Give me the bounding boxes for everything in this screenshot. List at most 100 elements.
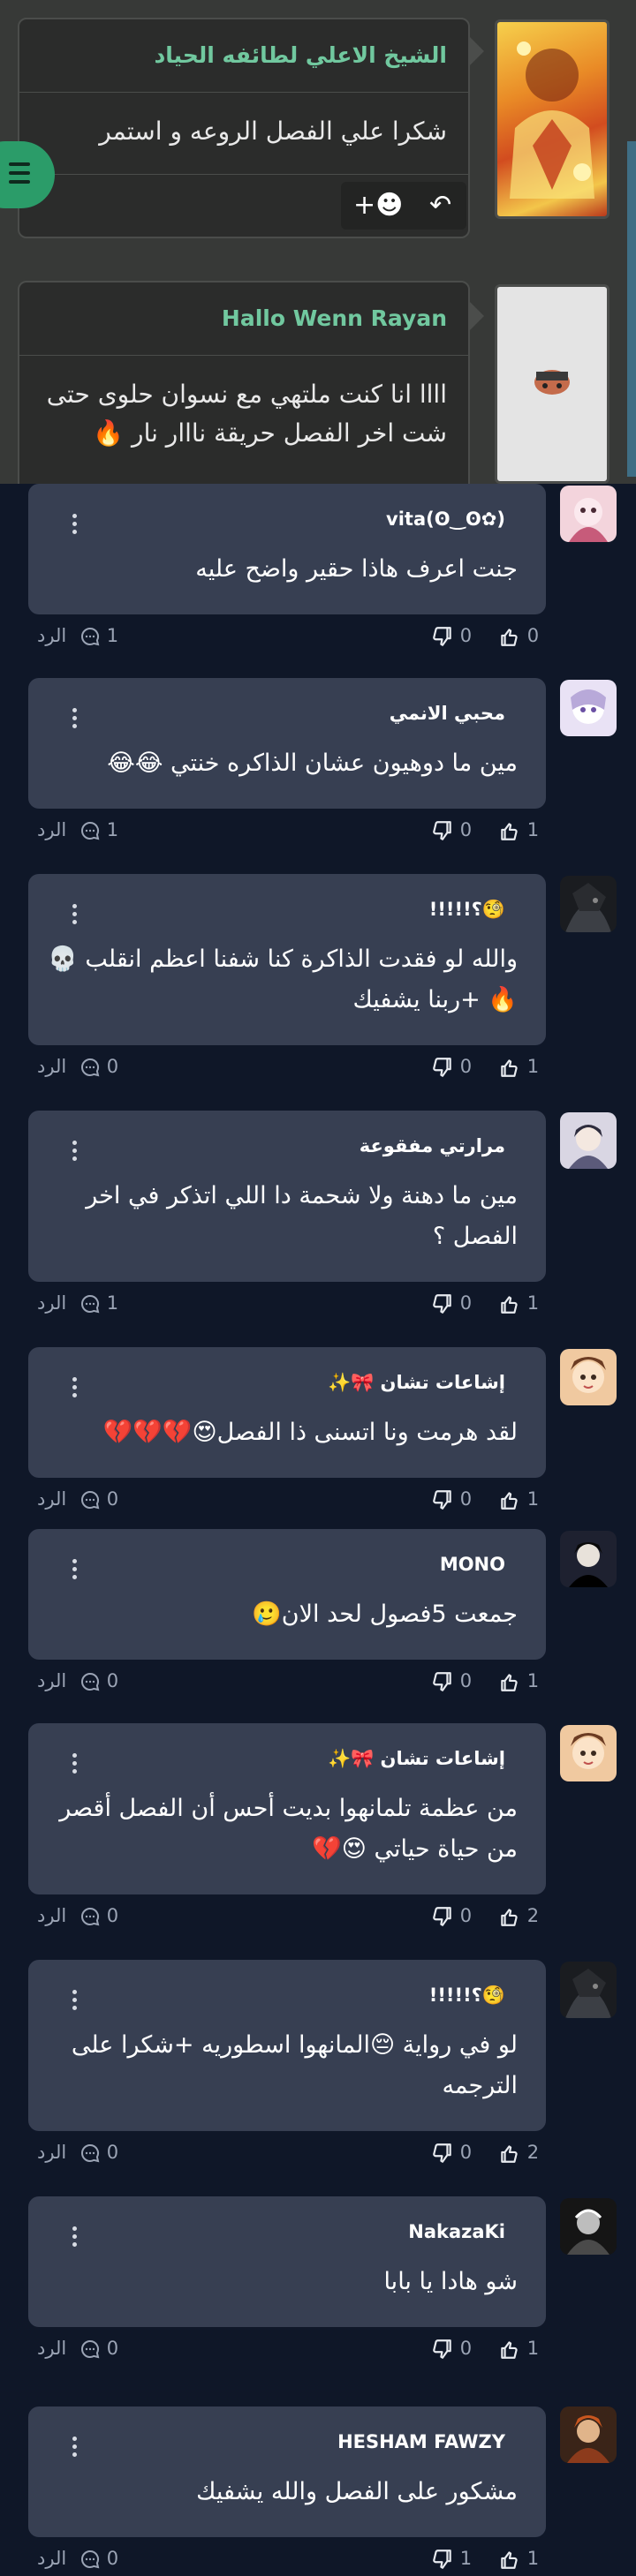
kebab-menu-icon[interactable]: [72, 1990, 77, 1994]
reply-count[interactable]: 1: [80, 625, 118, 647]
dislike-button[interactable]: 0: [431, 625, 472, 648]
reply-count[interactable]: 0: [80, 1670, 118, 1692]
dislike-button[interactable]: 0: [431, 1488, 472, 1511]
comment-thumbnail[interactable]: [495, 19, 610, 219]
comment-bubble: HESHAM FAWZY مشكور على الفصل والله يشفيك: [28, 2407, 546, 2537]
like-button[interactable]: 2: [498, 1905, 539, 1928]
reply-button[interactable]: الرد: [37, 1488, 66, 1510]
chat-bubble-icon: [81, 1907, 100, 1926]
reply-button[interactable]: الرد: [37, 1292, 66, 1314]
chat-bubble-icon: [81, 1294, 100, 1314]
previous-comments-section: الشيخ الاعلي لطائفه الحياد شكرا علي الفص…: [0, 0, 636, 484]
like-button[interactable]: 1: [498, 2338, 539, 2361]
like-button[interactable]: 2: [498, 2142, 539, 2165]
comment-author-name[interactable]: NakazaKi: [408, 2221, 505, 2242]
like-count: 1: [526, 2548, 540, 2569]
reply-count[interactable]: 0: [80, 2142, 118, 2164]
reply-count[interactable]: 0: [80, 2338, 118, 2360]
avatar[interactable]: [560, 876, 617, 932]
dislike-count: 0: [459, 1670, 473, 1691]
avatar[interactable]: [560, 1962, 617, 2018]
like-button[interactable]: 1: [498, 819, 539, 842]
kebab-menu-icon[interactable]: [72, 1377, 77, 1382]
comment-actions: الرد 0 0 2: [0, 2138, 636, 2170]
reply-button[interactable]: الرد: [37, 1670, 66, 1691]
kebab-menu-icon[interactable]: [72, 514, 77, 518]
like-button[interactable]: 1: [498, 1292, 539, 1315]
avatar[interactable]: [560, 1531, 617, 1587]
comment-author-name[interactable]: MONO: [440, 1554, 505, 1575]
dislike-button[interactable]: 0: [431, 1292, 472, 1315]
kebab-menu-icon[interactable]: [72, 1141, 77, 1145]
comment-author-name[interactable]: 🧐؟!!!!!: [429, 899, 505, 921]
reply-count[interactable]: 0: [80, 1905, 118, 1927]
reply-count-value: 1: [106, 819, 119, 840]
comment-actions: الرد 0 0 1: [0, 1667, 636, 1699]
dislike-count: 0: [459, 1292, 473, 1314]
avatar[interactable]: [560, 680, 617, 736]
comment-author-name[interactable]: إشاعات تشان 🎀✨: [328, 1372, 505, 1394]
chat-bubble-icon: [81, 627, 100, 646]
kebab-menu-icon[interactable]: [72, 1559, 77, 1563]
reply-label: الرد: [37, 2142, 67, 2163]
dislike-button[interactable]: 0: [431, 2338, 472, 2361]
comment-thumbnail[interactable]: [495, 284, 610, 484]
kebab-menu-icon[interactable]: [72, 1753, 77, 1758]
reply-count[interactable]: 1: [80, 819, 118, 841]
avatar[interactable]: [560, 1112, 617, 1169]
reply-button[interactable]: الرد: [37, 2338, 66, 2359]
kebab-menu-icon[interactable]: [72, 708, 77, 712]
comment-bubble: 🧐؟!!!!! لو في رواية 😔المانهوا اسطوريه +ش…: [28, 1960, 546, 2131]
dislike-button[interactable]: 0: [431, 2142, 472, 2165]
dislike-button[interactable]: 0: [431, 1056, 472, 1079]
reply-count[interactable]: 1: [80, 1292, 118, 1314]
thumbs-down-icon: [433, 1907, 451, 1926]
comment-text: مشكور على الفصل والله يشفيك: [196, 2478, 518, 2505]
dislike-button[interactable]: 0: [431, 1670, 472, 1693]
like-button[interactable]: 1: [498, 1056, 539, 1079]
like-button[interactable]: 1: [498, 1670, 539, 1693]
kebab-menu-icon[interactable]: [72, 2226, 77, 2231]
comment-author-name[interactable]: HESHAM FAWZY: [337, 2431, 505, 2452]
comment-author-name[interactable]: 🧐؟!!!!!: [429, 1985, 505, 2007]
comment-author-name[interactable]: مرارتي مفقوعة: [360, 1135, 505, 1156]
scrollbar[interactable]: [627, 141, 636, 477]
reply-button[interactable]: الرد: [37, 625, 66, 646]
kebab-menu-icon[interactable]: [72, 904, 77, 908]
reply-button[interactable]: الرد: [37, 1056, 66, 1077]
reply-count[interactable]: 0: [80, 2548, 118, 2570]
dislike-count: 0: [459, 1488, 473, 1510]
comment-text: شكرا علي الفصل الروعه و استمر: [99, 117, 447, 146]
reply-button[interactable]: الرد: [37, 1905, 66, 1926]
chat-bubble-icon: [81, 1672, 100, 1691]
like-button[interactable]: 1: [498, 1488, 539, 1511]
comment-author-name[interactable]: vita(ʘ‿ʘ✿): [386, 508, 505, 530]
reply-count[interactable]: 0: [80, 1488, 118, 1510]
thumbs-up-icon: [501, 2551, 518, 2569]
reply-label: الرد: [37, 625, 67, 646]
like-button[interactable]: 0: [498, 625, 539, 648]
avatar[interactable]: [560, 1349, 617, 1405]
like-count: 1: [526, 1056, 540, 1077]
kebab-menu-icon[interactable]: [72, 2437, 77, 2441]
avatar[interactable]: [560, 2198, 617, 2255]
reply-count[interactable]: 0: [80, 1056, 118, 1078]
comment-author-name[interactable]: محبي الانمي: [390, 703, 505, 724]
avatar[interactable]: [560, 486, 617, 542]
reply-arrow-icon[interactable]: ↶: [429, 189, 451, 222]
smiley-plus-icon[interactable]: +☻: [353, 189, 403, 222]
avatar[interactable]: [560, 1725, 617, 1781]
reply-button[interactable]: الرد: [37, 819, 66, 840]
reply-button[interactable]: الرد: [37, 2142, 66, 2163]
dislike-button[interactable]: 0: [431, 1905, 472, 1928]
comment-author-name[interactable]: إشاعات تشان 🎀✨: [328, 1748, 505, 1770]
hamburger-menu-icon: [9, 162, 30, 166]
comment-author-name[interactable]: Hallo Wenn Rayan: [19, 282, 468, 356]
like-button[interactable]: 1: [498, 2548, 539, 2571]
reply-button[interactable]: الرد: [37, 2548, 66, 2569]
dislike-button[interactable]: 1: [431, 2548, 472, 2571]
comment-author-name[interactable]: الشيخ الاعلي لطائفه الحياد: [19, 19, 468, 93]
dislike-button[interactable]: 0: [431, 819, 472, 842]
avatar[interactable]: [560, 2407, 617, 2463]
like-count: 1: [526, 1488, 540, 1510]
